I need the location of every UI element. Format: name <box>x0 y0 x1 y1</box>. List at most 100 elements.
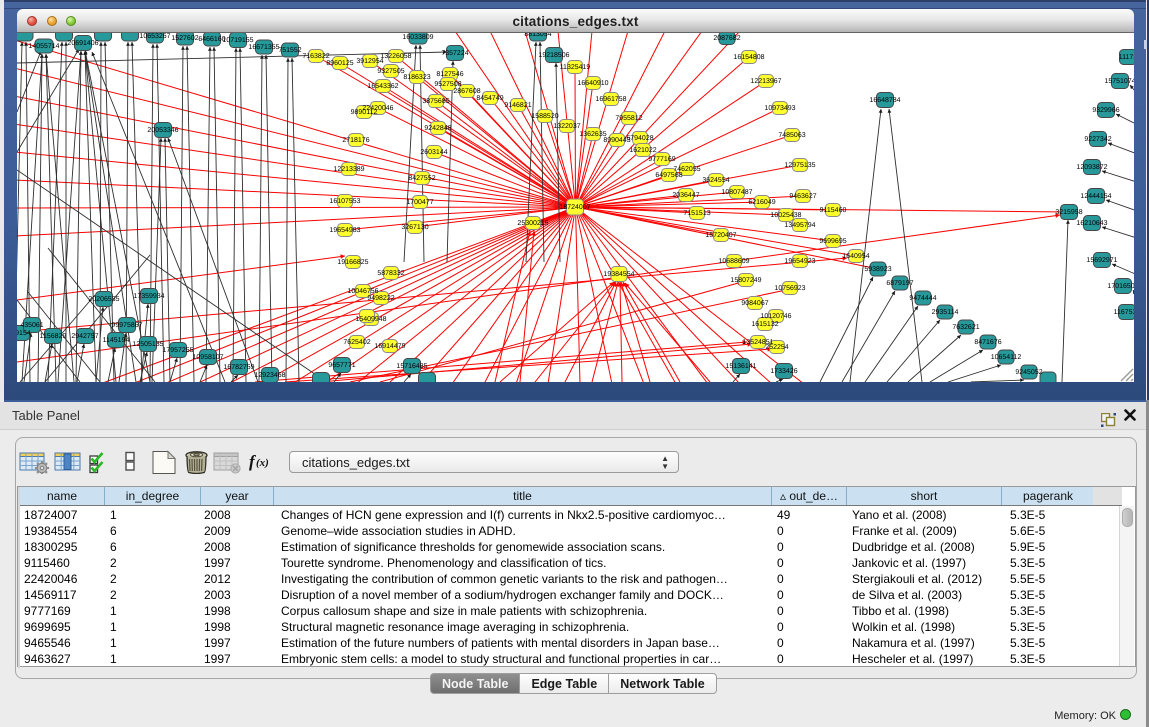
svg-text:8960125: 8960125 <box>326 60 353 67</box>
svg-text:6879197: 6879197 <box>886 280 913 287</box>
svg-text:2603144: 2603144 <box>420 149 447 156</box>
svg-text:15720407: 15720407 <box>705 232 736 239</box>
svg-text:15692971: 15692971 <box>1086 257 1117 264</box>
svg-text:17359934: 17359934 <box>133 293 164 300</box>
svg-text:7151513: 7151513 <box>683 210 710 217</box>
svg-text:10756923: 10756923 <box>774 285 805 292</box>
svg-text:8813054: 8813054 <box>524 33 551 38</box>
svg-text:10807487: 10807487 <box>721 189 752 196</box>
svg-text:15716485: 15716485 <box>396 363 427 370</box>
svg-text:14055714: 14055714 <box>28 43 59 50</box>
svg-text:8186323: 8186323 <box>403 74 430 81</box>
svg-text:3875685: 3875685 <box>422 98 449 105</box>
svg-text:13495794: 13495794 <box>784 222 815 229</box>
svg-text:12505135: 12505135 <box>132 341 163 348</box>
svg-text:6497568: 6497568 <box>655 172 682 179</box>
svg-text:15751074: 15751074 <box>1104 78 1134 85</box>
svg-text:16543362: 16543362 <box>367 83 398 90</box>
svg-text:20206535: 20206535 <box>88 296 119 303</box>
svg-text:16033809: 16033809 <box>402 34 433 41</box>
svg-text:16648784: 16648784 <box>869 97 900 104</box>
svg-text:17016504: 17016504 <box>1107 283 1134 290</box>
svg-text:10688609: 10688609 <box>718 258 749 265</box>
svg-text:7632621: 7632621 <box>952 324 979 331</box>
svg-text:3624554: 3624554 <box>702 177 729 184</box>
svg-text:1621022: 1621022 <box>629 147 656 154</box>
svg-text:2867608: 2867608 <box>453 88 480 95</box>
svg-text:11172: 11172 <box>1119 54 1134 61</box>
svg-text:9890112: 9890112 <box>351 109 378 116</box>
svg-text:1322037: 1322037 <box>553 123 580 130</box>
svg-text:18724007: 18724007 <box>559 204 590 211</box>
svg-text:9498222: 9498222 <box>367 295 394 302</box>
svg-text:1615132: 1615132 <box>751 321 778 328</box>
svg-text:7357224: 7357224 <box>441 50 468 57</box>
svg-text:20053346: 20053346 <box>147 127 178 134</box>
svg-text:9463627: 9463627 <box>789 193 816 200</box>
svg-text:3267130: 3267130 <box>401 224 428 231</box>
svg-text:7485063: 7485063 <box>778 132 805 139</box>
svg-text:10046756: 10046756 <box>347 288 378 295</box>
svg-text:1640954: 1640954 <box>842 253 869 260</box>
svg-text:25300215: 25300215 <box>517 220 548 227</box>
svg-text:435061: 435061 <box>20 322 43 329</box>
svg-text:9474444: 9474444 <box>909 295 936 302</box>
svg-text:7163822: 7163822 <box>302 53 329 60</box>
svg-text:9245052: 9245052 <box>1015 369 1042 376</box>
svg-text:9527508: 9527508 <box>434 81 461 88</box>
svg-text:(x): (x) <box>256 457 269 469</box>
svg-text:16782759: 16782759 <box>223 364 254 371</box>
svg-text:9227342: 9227342 <box>1084 136 1111 143</box>
svg-text:10719155: 10719155 <box>222 37 253 44</box>
svg-text:5938923: 5938923 <box>864 266 891 273</box>
svg-text:9699695: 9699695 <box>819 238 846 245</box>
svg-text:1145194: 1145194 <box>103 337 130 344</box>
svg-text:99975867: 99975867 <box>111 322 142 329</box>
svg-text:9329966: 9329966 <box>1092 107 1119 114</box>
svg-text:252254: 252254 <box>765 344 788 351</box>
svg-text:9115460: 9115460 <box>820 207 847 214</box>
svg-text:10025438: 10025438 <box>770 212 801 219</box>
svg-text:2036447: 2036447 <box>672 192 699 199</box>
svg-text:7625402: 7625402 <box>343 339 370 346</box>
svg-text:16210643: 16210643 <box>1076 220 1107 227</box>
svg-text:10653267: 10653267 <box>139 33 170 40</box>
svg-text:7955812: 7955812 <box>615 115 642 122</box>
svg-text:15136141: 15136141 <box>725 363 756 370</box>
svg-text:16154808: 16154808 <box>733 54 764 61</box>
svg-text:8454749: 8454749 <box>476 95 503 102</box>
svg-text:12923468: 12923468 <box>254 372 285 379</box>
svg-text:1527602: 1527602 <box>171 35 198 42</box>
svg-text:10120746: 10120746 <box>760 313 791 320</box>
svg-text:17957255: 17957255 <box>162 347 193 354</box>
svg-text:19166825: 19166825 <box>337 259 368 266</box>
svg-text:6794028: 6794028 <box>626 135 653 142</box>
svg-text:15807249: 15807249 <box>730 277 761 284</box>
svg-text:19384554: 19384554 <box>603 271 634 278</box>
svg-text:19654983: 19654983 <box>329 227 360 234</box>
svg-text:3215958: 3215958 <box>1055 209 1082 216</box>
svg-text:10958107: 10958107 <box>192 354 223 361</box>
svg-text:2718176: 2718176 <box>342 137 369 144</box>
svg-text:8471676: 8471676 <box>974 339 1001 346</box>
svg-text:19218506: 19218506 <box>538 52 569 59</box>
svg-text:5878332: 5878332 <box>377 270 404 277</box>
svg-text:10973493: 10973493 <box>764 105 795 112</box>
svg-text:16640910: 16640910 <box>577 80 608 87</box>
svg-text:12975135: 12975135 <box>784 162 815 169</box>
svg-text:1700477: 1700477 <box>406 199 433 206</box>
svg-text:9327505: 9327505 <box>377 68 404 75</box>
svg-text:12093872: 12093872 <box>1076 164 1107 171</box>
svg-text:9242848: 9242848 <box>424 125 451 132</box>
svg-text:11325419: 11325419 <box>560 64 591 71</box>
svg-text:8427552: 8427552 <box>408 175 435 182</box>
svg-text:1588520: 1588520 <box>531 113 558 120</box>
svg-text:9657771: 9657771 <box>328 362 355 369</box>
svg-text:10654112: 10654112 <box>991 354 1022 361</box>
svg-text:12213967: 12213967 <box>750 78 781 85</box>
svg-text:2087682: 2087682 <box>713 35 740 42</box>
svg-text:19654923: 19654923 <box>784 258 815 265</box>
svg-text:2942757: 2942757 <box>71 333 98 340</box>
svg-text:16914479: 16914479 <box>374 343 405 350</box>
svg-text:39154: 39154 <box>17 330 31 337</box>
